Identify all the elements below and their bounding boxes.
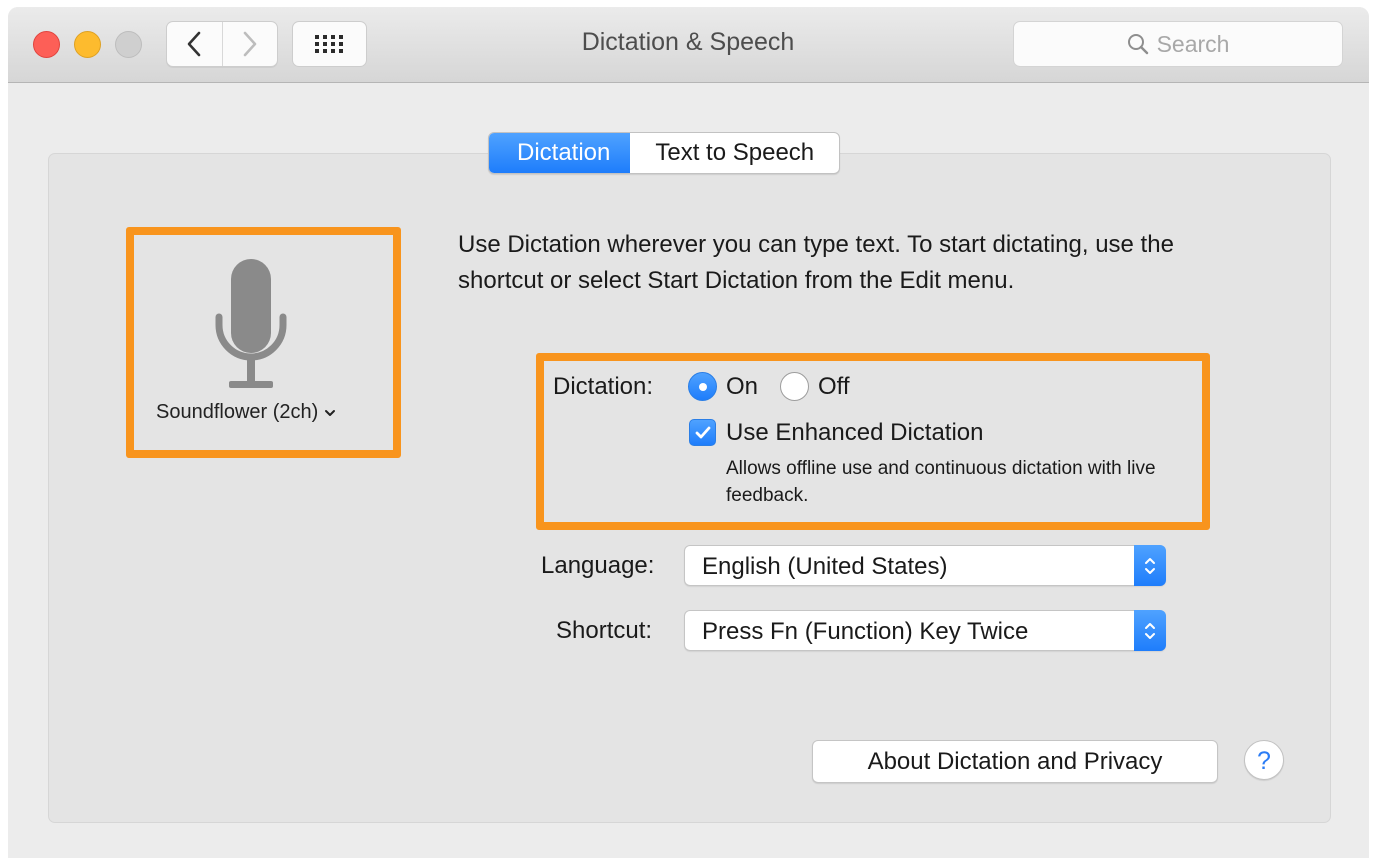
updown-arrows-icon	[1134, 610, 1166, 651]
tab-dictation[interactable]: Dictation	[489, 133, 631, 173]
language-value: English (United States)	[702, 553, 948, 580]
minimize-window-button[interactable]	[74, 31, 101, 58]
chevron-right-icon	[243, 31, 257, 57]
grid-icon	[314, 35, 343, 53]
tab-bar: Dictation Text to Speech	[488, 132, 841, 174]
back-button[interactable]	[167, 22, 222, 66]
search-field[interactable]: Search	[1013, 21, 1343, 67]
window-title: Dictation & Speech	[581, 28, 795, 56]
dictation-off-label[interactable]: Off	[818, 373, 850, 401]
search-icon	[1127, 34, 1148, 55]
shortcut-popup[interactable]: Press Fn (Function) Key Twice	[684, 610, 1166, 651]
enhanced-dictation-checkbox[interactable]	[689, 419, 716, 446]
chevron-down-icon	[325, 409, 336, 416]
help-button[interactable]: ?	[1244, 740, 1284, 780]
about-dictation-privacy-button[interactable]: About Dictation and Privacy	[812, 740, 1218, 783]
forward-button[interactable]	[221, 22, 278, 66]
dictation-on-label[interactable]: On	[726, 373, 758, 401]
language-popup[interactable]: English (United States)	[684, 545, 1166, 586]
dictation-on-radio[interactable]	[688, 372, 717, 401]
dictation-description: Use Dictation wherever you can type text…	[458, 231, 1174, 294]
tab-text-to-speech[interactable]: Text to Speech	[630, 133, 839, 173]
dictation-off-radio[interactable]	[780, 372, 809, 401]
show-all-button[interactable]	[292, 21, 367, 67]
checkmark-icon	[695, 426, 710, 438]
enhanced-dictation-description: Allows offline use and continuous dictat…	[726, 458, 1156, 506]
dictation-label: Dictation:	[553, 373, 654, 400]
input-device-selector[interactable]: Soundflower (2ch)	[156, 401, 336, 424]
chevron-left-icon	[187, 31, 201, 57]
preferences-window: Dictation & Speech Search Dictation Text…	[8, 7, 1369, 858]
microphone-icon	[211, 255, 291, 396]
shortcut-value: Press Fn (Function) Key Twice	[702, 618, 1029, 645]
toolbar: Dictation & Speech Search	[8, 7, 1369, 83]
input-device-label: Soundflower (2ch)	[156, 401, 319, 423]
search-placeholder: Search	[1156, 30, 1230, 57]
enhanced-dictation-label[interactable]: Use Enhanced Dictation	[726, 419, 983, 447]
language-label: Language:	[541, 552, 655, 579]
navigation-buttons	[166, 21, 278, 67]
zoom-window-button[interactable]	[115, 31, 142, 58]
close-window-button[interactable]	[33, 31, 60, 58]
shortcut-label: Shortcut:	[556, 617, 653, 644]
updown-arrows-icon	[1134, 545, 1166, 586]
